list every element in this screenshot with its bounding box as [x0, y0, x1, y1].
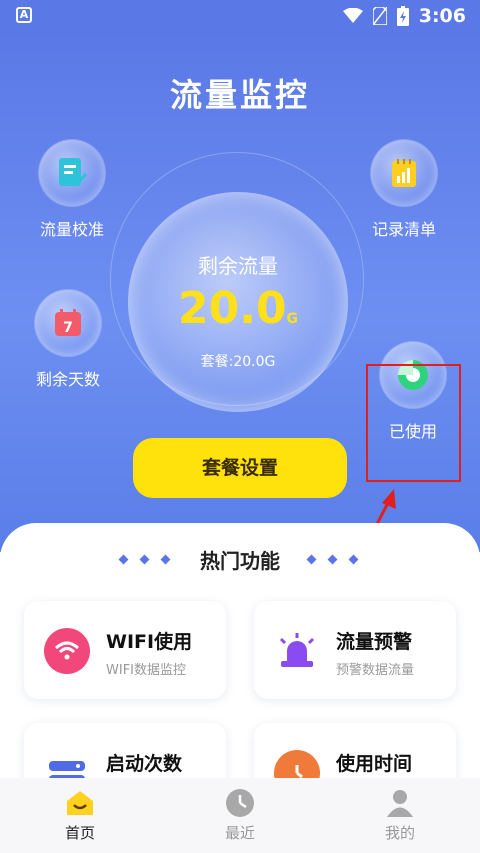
card-title: 启动次数: [106, 753, 183, 775]
document-check-icon: [59, 158, 88, 187]
remaining-value-row: 20.0G: [128, 283, 348, 345]
tab-mine-label: 我的: [384, 824, 415, 842]
alarm-light-icon: [274, 628, 320, 674]
days-left-label: 剩余天数: [35, 370, 100, 389]
tab-home-label: 首页: [64, 824, 95, 842]
section-title: 热门功能: [200, 549, 280, 573]
remaining-traffic-bubble: 剩余流量 20.0G 套餐:20.0G: [128, 192, 348, 412]
tab-home[interactable]: 首页: [40, 788, 120, 843]
card-title: 流量预警: [336, 631, 413, 653]
plan-settings-button[interactable]: 套餐设置: [133, 438, 347, 498]
remaining-value: 20.0: [177, 283, 287, 334]
app-notification-icon: A: [16, 7, 32, 23]
remaining-label: 剩余流量: [198, 254, 278, 278]
page-title: 流量监控: [169, 76, 310, 114]
tab-mine[interactable]: 我的: [360, 788, 440, 843]
right-decoration: [306, 554, 359, 565]
records-label: 记录清单: [371, 220, 436, 239]
calendar-icon: 7: [55, 309, 81, 336]
plan-text: 套餐:20.0G: [200, 354, 276, 370]
tab-recent-label: 最近: [224, 824, 255, 842]
records-bubble: [371, 140, 437, 206]
highlight-box: [366, 364, 461, 482]
card-subtitle: 预警数据流量: [336, 663, 415, 678]
user-icon: [387, 790, 413, 817]
status-bar: A 3:06: [0, 0, 480, 32]
no-sim-icon: [372, 7, 387, 25]
traffic-alert-card[interactable]: 流量预警 预警数据流量: [254, 601, 456, 699]
wifi-signal-icon: [342, 8, 363, 23]
calibrate-bubble: [39, 140, 105, 206]
calibrate-button[interactable]: 流量校准: [22, 140, 122, 240]
calibrate-label: 流量校准: [39, 220, 104, 239]
status-time: 3:06: [418, 5, 466, 27]
bottom-tab-bar: 首页 最近 我的: [0, 778, 480, 853]
remaining-unit: G: [286, 311, 299, 327]
svg-text:7: 7: [63, 320, 73, 336]
days-left-bubble: 7: [35, 290, 101, 356]
card-title: WIFI使用: [106, 631, 193, 653]
tab-recent[interactable]: 最近: [200, 788, 280, 843]
wifi-icon: [44, 628, 90, 674]
home-icon: [67, 791, 93, 815]
card-subtitle: WIFI数据监控: [106, 663, 186, 678]
card-title: 使用时间: [336, 753, 413, 775]
battery-charging-icon: [396, 6, 409, 26]
clock-icon: [226, 789, 254, 817]
days-left-button[interactable]: 7 剩余天数: [18, 290, 118, 390]
records-button[interactable]: 记录清单: [354, 140, 454, 240]
bar-chart-notebook-icon: [392, 159, 416, 187]
wifi-usage-card[interactable]: WIFI使用 WIFI数据监控: [24, 601, 226, 699]
